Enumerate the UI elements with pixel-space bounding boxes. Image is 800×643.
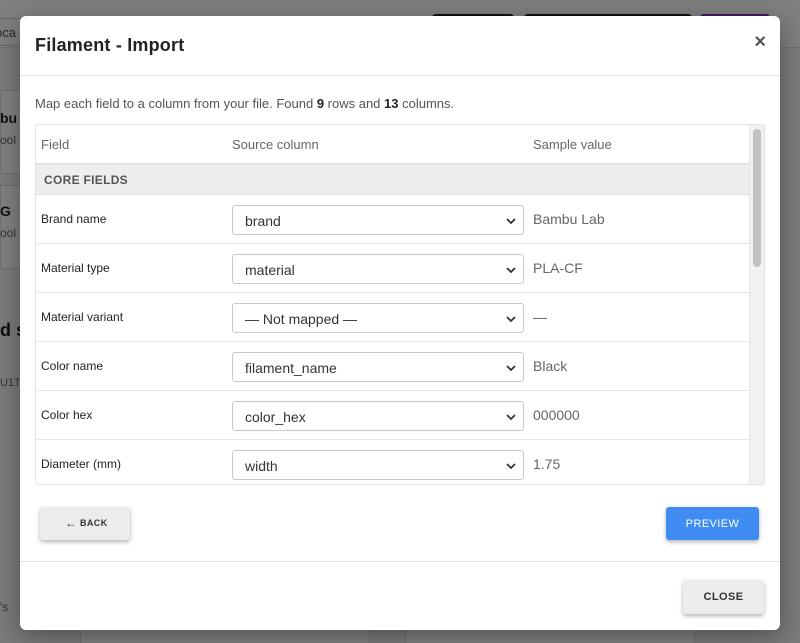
field-label: Material variant: [41, 310, 124, 324]
select-value: color_hex: [245, 409, 306, 425]
chevron-down-icon: [506, 463, 516, 470]
source-column-select[interactable]: color_hex: [232, 401, 524, 431]
section-label: CORE FIELDS: [44, 173, 128, 187]
footer-divider: [20, 561, 780, 562]
table-row: Brand name brand Bambu Lab: [36, 195, 751, 244]
table-scrollbar[interactable]: [749, 125, 764, 484]
chevron-down-icon: [506, 414, 516, 421]
select-value: width: [245, 458, 278, 474]
import-modal: Filament - Import × Map each field to a …: [20, 16, 780, 630]
field-label: Brand name: [41, 212, 107, 226]
select-value: material: [245, 262, 295, 278]
modal-header: Filament - Import ×: [20, 16, 780, 76]
back-button-label: BACK: [80, 518, 108, 528]
select-value: brand: [245, 213, 281, 229]
arrow-left-icon: ←: [65, 516, 77, 530]
header-sample-value: Sample value: [533, 137, 612, 152]
preview-button-label: PREVIEW: [685, 518, 740, 530]
chevron-down-icon: [506, 267, 516, 274]
sample-value: 000000: [533, 407, 580, 423]
source-column-select[interactable]: material: [232, 254, 524, 284]
header-source-column: Source column: [232, 137, 319, 152]
select-value: filament_name: [245, 360, 337, 376]
table-row: Material variant — Not mapped — —: [36, 293, 751, 342]
sample-value: 1.75: [533, 456, 561, 472]
modal-title: Filament - Import: [35, 35, 185, 55]
source-column-select[interactable]: — Not mapped —: [232, 303, 524, 333]
table-row: Color name filament_name Black: [36, 342, 751, 391]
source-column-select[interactable]: width: [232, 450, 524, 480]
section-row-core-fields: CORE FIELDS: [36, 165, 751, 195]
intro-mid: rows and: [324, 96, 385, 111]
chevron-down-icon: [506, 365, 516, 372]
close-button-label: CLOSE: [703, 591, 744, 603]
chevron-down-icon: [506, 316, 516, 323]
field-label: Material type: [41, 261, 110, 275]
scrollbar-thumb[interactable]: [753, 129, 761, 267]
close-button[interactable]: CLOSE: [683, 580, 764, 614]
table-row: Diameter (mm) width 1.75: [36, 440, 751, 484]
intro-suffix: columns.: [398, 96, 455, 111]
select-value: — Not mapped —: [245, 311, 358, 327]
field-label: Color name: [41, 359, 104, 373]
chevron-down-icon: [506, 218, 516, 225]
source-column-select[interactable]: filament_name: [232, 352, 524, 382]
columns-count: 13: [384, 96, 399, 111]
field-label: Color hex: [41, 408, 93, 422]
intro-prefix: Map each field to a column from your fil…: [35, 96, 317, 111]
sample-value: PLA-CF: [533, 260, 583, 276]
preview-button[interactable]: PREVIEW: [666, 507, 759, 540]
header-field: Field: [41, 137, 70, 152]
back-button[interactable]: ← BACK: [40, 507, 130, 540]
sample-value: Bambu Lab: [533, 211, 605, 227]
source-column-select[interactable]: brand: [232, 205, 524, 235]
mapping-intro: Map each field to a column from your fil…: [35, 96, 454, 111]
table-row: Material type material PLA-CF: [36, 244, 751, 293]
table-row: Color hex color_hex 000000: [36, 391, 751, 440]
table-header: Field Source column Sample value: [36, 125, 751, 165]
close-icon[interactable]: ×: [754, 32, 766, 52]
field-label: Diameter (mm): [41, 457, 121, 471]
mapping-table: Field Source column Sample value CORE FI…: [35, 124, 765, 485]
sample-value: Black: [533, 358, 568, 374]
sample-value: —: [533, 309, 547, 325]
rows-count: 9: [316, 96, 325, 111]
